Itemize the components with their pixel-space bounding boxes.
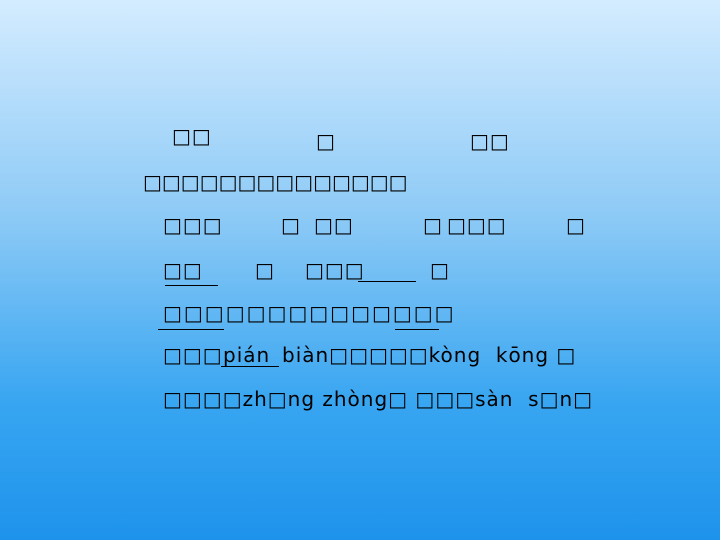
row5-text: □□□□□□□□□□□□□□: [163, 301, 456, 325]
row1-text-b: □: [316, 129, 336, 153]
row6-underline-pian: [221, 366, 279, 367]
row4-text-c: □□□: [305, 258, 365, 282]
row3-text-a: □□□: [163, 213, 223, 237]
row7-text: □□□□zh□ng zhòng□ □□□sàn s□n□: [163, 387, 594, 411]
row6-pinyin-pian: pián: [223, 343, 271, 367]
row3-text-c: □□: [314, 213, 354, 237]
row6-text-a: □□□: [163, 343, 223, 367]
row5-underline-a: [158, 329, 224, 330]
row6-text-c: biàn□□□□□kòng kōng □: [282, 343, 577, 367]
row1-text-c: □□: [470, 129, 510, 153]
row5-underline-b: [395, 329, 439, 330]
row1-text-a: □□: [172, 124, 212, 148]
row3-text-b: □: [281, 213, 301, 237]
row4-underline-blank: [358, 281, 416, 282]
row4-text-b: □: [255, 258, 275, 282]
row4-text-d: □: [430, 258, 450, 282]
row3-text-e: □□□: [447, 213, 507, 237]
row3-text-f: □: [566, 213, 586, 237]
row3-text-d: □: [423, 213, 443, 237]
row4-text-a: □□: [163, 258, 203, 282]
row2-text: □□□□□□□□□□□□□□: [143, 170, 408, 194]
row4-underline-a: [165, 285, 218, 286]
